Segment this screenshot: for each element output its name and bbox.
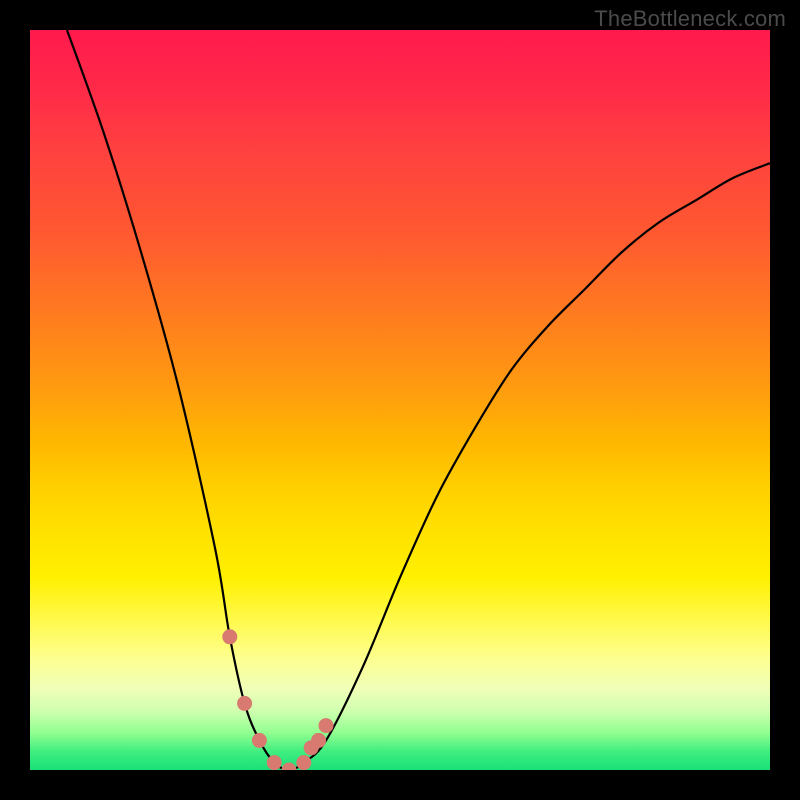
curve-svg — [30, 30, 770, 770]
marker-dot — [312, 733, 326, 747]
marker-dot — [297, 756, 311, 770]
marker-dot — [282, 763, 296, 770]
marker-dot — [238, 696, 252, 710]
plot-area — [30, 30, 770, 770]
marker-dot — [223, 630, 237, 644]
marker-group — [223, 630, 333, 770]
chart-frame: TheBottleneck.com — [0, 0, 800, 800]
marker-dot — [267, 756, 281, 770]
bottleneck-curve-path — [67, 30, 770, 770]
marker-dot — [252, 733, 266, 747]
marker-dot — [319, 719, 333, 733]
watermark-text: TheBottleneck.com — [594, 6, 786, 32]
